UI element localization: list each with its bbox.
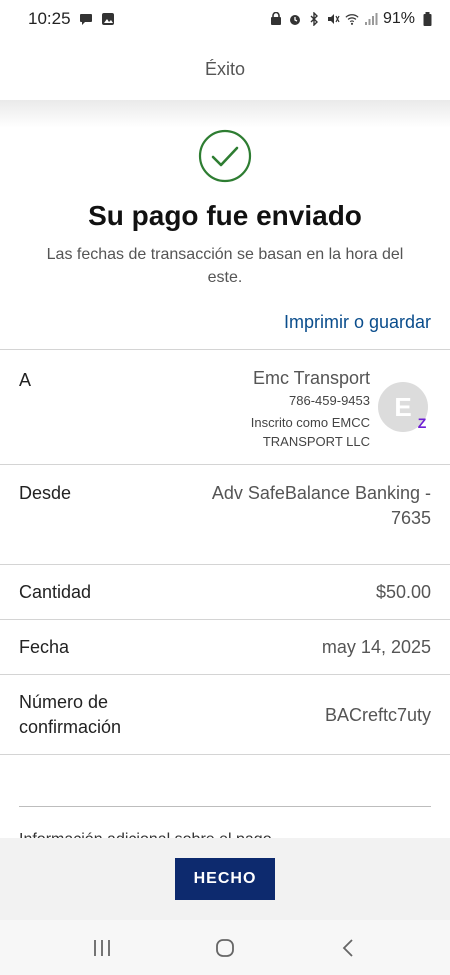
confirmation-value: BACreftc7uty [324, 705, 431, 725]
payee-phone: 786-459-9453 [289, 393, 370, 408]
payee-name: Emc Transport [252, 368, 370, 388]
back-icon [343, 938, 353, 957]
app-header: Éxito [0, 38, 450, 100]
success-title: Su pago fue enviado [88, 200, 362, 231]
divider [0, 464, 450, 465]
date-value: may 14, 2025 [321, 637, 431, 657]
to-label: A [19, 370, 32, 390]
bottom-action-bar: HECHO [0, 838, 450, 920]
wifi-icon [345, 12, 359, 26]
battery-percent: 91% [382, 10, 415, 27]
from-label: Desde [19, 483, 72, 503]
amount-label: Cantidad [19, 582, 92, 602]
confirmation-label: Número de confirmación [19, 692, 122, 737]
recent-apps-icon [93, 939, 110, 956]
success-subtitle: Las fechas de transacción se basan en la… [46, 246, 404, 286]
divider [0, 349, 450, 350]
back-button[interactable] [323, 928, 373, 968]
status-bar: 10:25 91% [0, 0, 450, 38]
status-left: 10:25 [28, 9, 115, 29]
home-button[interactable] [200, 928, 250, 968]
date-label: Fecha [19, 637, 70, 657]
mute-icon [326, 12, 340, 26]
header-shadow [0, 100, 450, 128]
divider [19, 806, 431, 807]
signal-icon [364, 12, 378, 26]
system-nav-bar [0, 920, 450, 975]
avatar-letter: E [394, 391, 412, 422]
from-value: Adv SafeBalance Banking - 7635 [211, 483, 431, 528]
done-button[interactable]: HECHO [175, 858, 275, 900]
recent-apps-button[interactable] [77, 928, 127, 968]
zelle-icon: Z [414, 414, 430, 432]
status-right: 91% [269, 10, 434, 28]
bluetooth-icon [307, 12, 321, 26]
battery-icon [420, 12, 434, 26]
amount-value: $50.00 [375, 582, 431, 602]
success-check-icon [198, 129, 252, 183]
payee-registered-name: Inscrito como EMCC TRANSPORT LLC [250, 415, 370, 449]
alarm-icon [288, 12, 302, 26]
home-icon [216, 938, 234, 957]
print-or-save-link[interactable]: Imprimir o guardar [284, 312, 431, 333]
divider [0, 619, 450, 620]
divider [0, 674, 450, 675]
lock-icon [269, 12, 283, 26]
header-title: Éxito [204, 58, 246, 79]
status-time: 10:25 [28, 9, 71, 28]
zelle-badge-letter: Z [417, 415, 427, 431]
gallery-icon [101, 12, 115, 26]
message-icon [79, 12, 93, 26]
divider [0, 754, 450, 755]
divider [0, 564, 450, 565]
